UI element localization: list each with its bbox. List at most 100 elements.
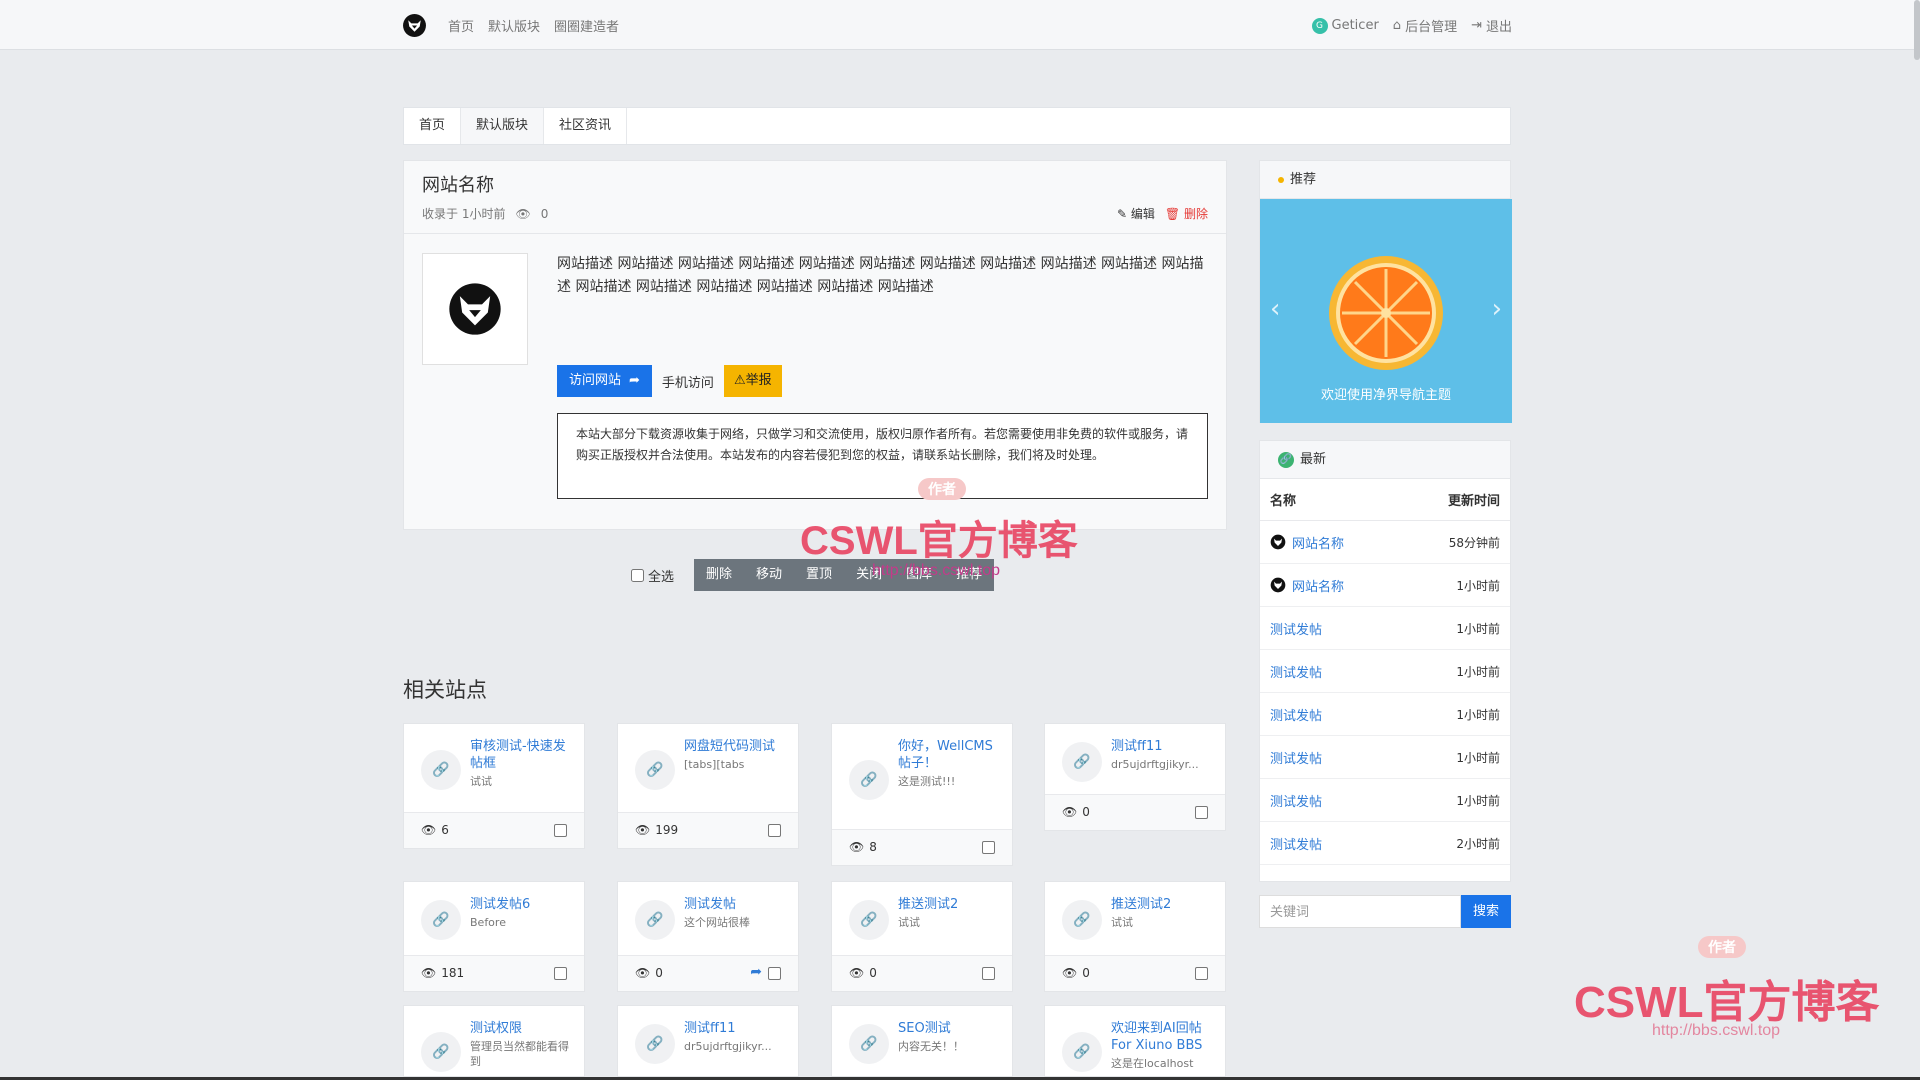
crumb-home[interactable]: 首页 xyxy=(404,108,462,144)
card-title[interactable]: 测试ff11 xyxy=(684,1020,788,1037)
table-row[interactable]: 测试发帖 1小时前 xyxy=(1260,736,1510,779)
related-card[interactable]: 🔗 欢迎来到AI回帖 For Xiuno BBS 这是在localhost xyxy=(1044,1005,1226,1077)
breadcrumb: 首页 默认版块 社区资讯 xyxy=(403,107,1511,145)
table-row[interactable]: 测试发帖 1小时前 xyxy=(1260,693,1510,736)
card-title[interactable]: 测试发帖 xyxy=(684,896,788,913)
carousel-caption: 欢迎使用净界导航主题 xyxy=(1320,388,1451,403)
table-row[interactable]: 网站名称 58分钟前 xyxy=(1260,521,1510,564)
link-icon: 🔗 xyxy=(635,1024,675,1064)
card-checkbox[interactable] xyxy=(1195,806,1208,819)
card-title[interactable]: SEO测试 xyxy=(898,1020,1002,1037)
site-thumbnail xyxy=(422,253,528,365)
card-subtitle: 试试 xyxy=(470,775,492,788)
card-subtitle: dr5ujdrftgjikyr... xyxy=(684,1040,772,1053)
card-checkbox[interactable] xyxy=(982,967,995,980)
crumb-community-news[interactable]: 社区资讯 xyxy=(544,108,628,144)
home-icon: ⌂ xyxy=(1392,18,1402,33)
related-card[interactable]: 🔗 测试发帖6 Before 👁 181 xyxy=(403,881,585,992)
card-title[interactable]: 欢迎来到AI回帖 For Xiuno BBS xyxy=(1111,1020,1215,1054)
card-title[interactable]: 你好，WellCMS帖子！ xyxy=(898,738,1002,772)
row-name[interactable]: 测试发帖 xyxy=(1270,834,1322,853)
card-title[interactable]: 审核测试-快速发帖框 xyxy=(470,738,574,772)
related-card[interactable]: 🔗 网盘短代码测试 [tabs][tabs 👁 199 xyxy=(617,723,799,849)
topnav-home[interactable]: 首页 xyxy=(448,16,474,35)
related-card[interactable]: 🔗 测试ff11 dr5ujdrftgjikyr... xyxy=(617,1005,799,1077)
view-count: 199 xyxy=(655,823,679,837)
related-card[interactable]: 🔗 你好，WellCMS帖子！ 这是测试!!! 👁 8 xyxy=(831,723,1013,866)
latest-header: 🔗 最新 xyxy=(1260,441,1510,479)
chevron-right-icon[interactable]: › xyxy=(1492,294,1502,324)
card-title[interactable]: 测试发帖6 xyxy=(470,896,574,913)
table-row[interactable]: 测试发帖 1小时前 xyxy=(1260,650,1510,693)
card-subtitle: 试试 xyxy=(898,916,920,929)
batch-move-button[interactable]: 移动 xyxy=(744,559,794,591)
row-name[interactable]: 网站名称 xyxy=(1292,533,1344,552)
row-name[interactable]: 测试发帖 xyxy=(1270,791,1322,810)
latest-title: 最新 xyxy=(1300,451,1327,467)
visit-label: 访问网站 xyxy=(569,373,622,388)
related-card[interactable]: 🔗 审核测试-快速发帖框 试试 👁 6 xyxy=(403,723,585,849)
table-row[interactable]: 网站名称 1小时前 xyxy=(1260,564,1510,607)
card-views: 👁 8 xyxy=(849,840,877,854)
topnav-builder[interactable]: 圈圈建造者 xyxy=(554,16,619,35)
card-checkbox[interactable] xyxy=(554,967,567,980)
mobile-visit-button[interactable]: 手机访问 xyxy=(662,372,714,391)
card-title[interactable]: 推送测试2 xyxy=(1111,896,1215,913)
recommend-header: 推荐 xyxy=(1260,161,1510,199)
related-title: 相关站点 xyxy=(403,678,487,702)
select-all-checkbox[interactable] xyxy=(631,568,644,582)
site-logo-icon[interactable] xyxy=(402,13,427,38)
table-row[interactable]: 测试发帖 2小时前 xyxy=(1260,822,1510,865)
edit-button[interactable]: ✎ 编辑 xyxy=(1117,205,1155,222)
related-card[interactable]: 🔗 测试ff11 dr5ujdrftgjikyr... 👁 0 xyxy=(1044,723,1226,831)
row-name[interactable]: 测试发帖 xyxy=(1270,748,1322,767)
related-card[interactable]: 🔗 推送测试2 试试 👁 0 xyxy=(1044,881,1226,992)
row-name[interactable]: 测试发帖 xyxy=(1270,619,1322,638)
row-name[interactable]: 测试发帖 xyxy=(1270,705,1322,724)
delete-button[interactable]: 🗑 删除 xyxy=(1165,205,1208,222)
crumb-default-board[interactable]: 默认版块 xyxy=(461,108,545,144)
row-name[interactable]: 测试发帖 xyxy=(1270,662,1322,681)
table-row[interactable]: 测试发帖 1小时前 xyxy=(1260,607,1510,650)
admin-link[interactable]: ⌂ 后台管理 xyxy=(1393,16,1457,35)
related-card[interactable]: 🔗 测试发帖 这个网站很棒 👁 0 ➦ xyxy=(617,881,799,992)
site-logo-icon xyxy=(449,283,501,335)
row-name[interactable]: 网站名称 xyxy=(1292,576,1344,595)
card-title[interactable]: 网盘短代码测试 xyxy=(684,738,788,755)
chevron-left-icon[interactable]: ‹ xyxy=(1270,294,1280,324)
visit-site-button[interactable]: 访问网站 ➦ xyxy=(557,365,652,397)
topnav-default-board[interactable]: 默认版块 xyxy=(488,16,540,35)
card-checkbox[interactable] xyxy=(768,824,781,837)
logout-link[interactable]: ⇥ 退出 xyxy=(1471,16,1512,35)
site-logo-icon xyxy=(1270,577,1286,593)
search-input[interactable] xyxy=(1259,895,1461,928)
card-subtitle: [tabs][tabs xyxy=(684,758,745,771)
user-link[interactable]: G Geticer xyxy=(1311,17,1379,34)
share-icon[interactable]: ➦ xyxy=(750,964,762,980)
link-icon: 🔗 xyxy=(1062,1032,1102,1072)
related-card[interactable]: 🔗 SEO测试 内容无关！！ xyxy=(831,1005,1013,1077)
batch-delete-button[interactable]: 删除 xyxy=(694,559,744,591)
latest-table-header: 名称 更新时间 xyxy=(1260,479,1510,521)
table-row[interactable]: 测试发帖 1小时前 xyxy=(1260,779,1510,822)
card-title[interactable]: 测试权限 xyxy=(470,1020,574,1037)
report-button[interactable]: ⚠举报 xyxy=(723,365,782,397)
search-button[interactable]: 搜索 xyxy=(1461,895,1511,928)
view-count: 0 xyxy=(1082,966,1090,980)
page-scrollbar[interactable] xyxy=(1914,0,1920,60)
related-card[interactable]: 🔗 测试权限 管理员当然都能看得到 xyxy=(403,1005,585,1077)
recommend-carousel[interactable]: ‹ › 欢迎使用净界导航主题 xyxy=(1260,199,1512,423)
card-checkbox[interactable] xyxy=(768,967,781,980)
row-time: 58分钟前 xyxy=(1448,535,1500,550)
latest-panel: 🔗 最新 名称 更新时间 网站名称 58分钟前 网站名称 1小时前 测试发帖 1小时前 测… xyxy=(1259,440,1511,882)
watermark-tag: 作者 xyxy=(918,478,966,500)
watermark-url: http://bbs.cswl.top xyxy=(1652,1022,1781,1039)
card-title[interactable]: 测试ff11 xyxy=(1111,738,1215,755)
view-count: 181 xyxy=(441,966,465,980)
card-checkbox[interactable] xyxy=(1195,967,1208,980)
related-card[interactable]: 🔗 推送测试2 试试 👁 0 xyxy=(831,881,1013,992)
card-checkbox[interactable] xyxy=(554,824,567,837)
card-title[interactable]: 推送测试2 xyxy=(898,896,1002,913)
card-checkbox[interactable] xyxy=(982,841,995,854)
select-all[interactable]: 全选 xyxy=(631,566,674,585)
